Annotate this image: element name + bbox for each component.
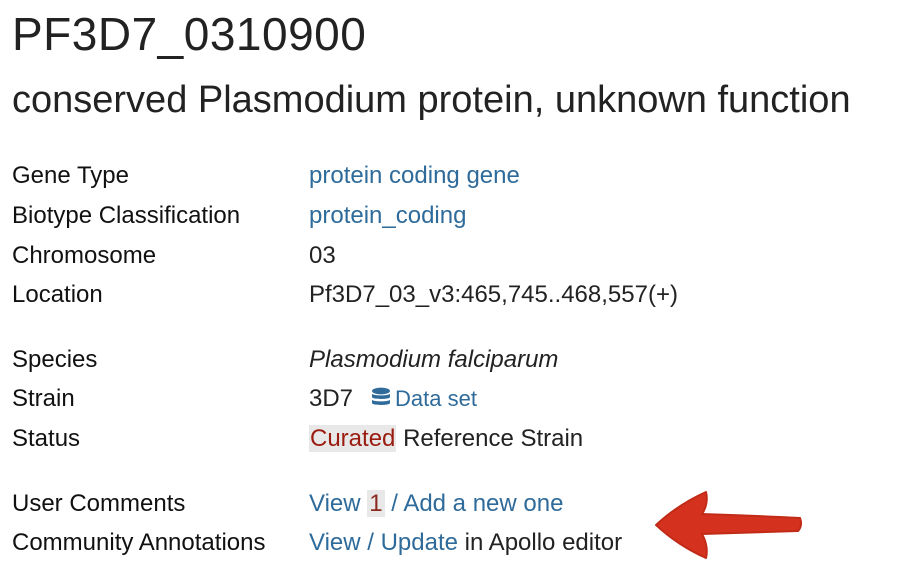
biotype-link[interactable]: protein_coding	[309, 202, 466, 229]
chromosome-row: Chromosome 03	[0, 236, 902, 276]
database-icon[interactable]	[371, 387, 391, 409]
add-comment-link[interactable]: Add a new one	[403, 490, 563, 517]
gene-type-label: Gene Type	[12, 162, 129, 189]
strain-row: Strain 3D7 Data set	[0, 379, 902, 419]
gene-id-title: PF3D7_0310900	[12, 8, 367, 60]
status-label: Status	[12, 425, 81, 452]
view-comments-label: View	[309, 490, 361, 517]
biotype-value: protein_coding	[309, 196, 466, 236]
curated-badge: Curated	[309, 425, 397, 452]
chromosome-label: Chromosome	[12, 242, 157, 269]
gene-type-value: protein coding gene	[309, 156, 520, 196]
gene-type-row: Gene Type protein coding gene	[0, 156, 902, 196]
comments-separator: /	[391, 490, 398, 517]
view-comments-link[interactable]: View 1	[309, 490, 385, 517]
biotype-row: Biotype Classification protein_coding	[0, 196, 902, 236]
species-row: Species Plasmodium falciparum	[0, 340, 902, 380]
gene-page: PF3D7_0310900 conserved Plasmodium prote…	[0, 0, 902, 586]
strain-label: Strain	[12, 385, 75, 412]
strain-name: 3D7	[309, 385, 354, 412]
arrow-left-icon	[655, 491, 803, 559]
location-value: Pf3D7_03_v3:465,745..468,557(+)	[309, 281, 678, 308]
chromosome-value: 03	[309, 242, 336, 269]
strain-value: 3D7 Data set	[309, 379, 477, 419]
biotype-label: Biotype Classification	[12, 202, 241, 229]
location-row: Location Pf3D7_03_v3:465,745..468,557(+)	[0, 275, 902, 315]
community-annotations-value: View / Update in Apollo editor	[309, 523, 622, 563]
species-label: Species	[12, 346, 98, 373]
status-value: Curated Reference Strain	[309, 419, 583, 459]
view-update-apollo-link[interactable]: View / Update	[309, 529, 458, 556]
community-annotations-label: Community Annotations	[12, 529, 266, 556]
status-row: Status Curated Reference Strain	[0, 419, 902, 459]
gene-type-link[interactable]: protein coding gene	[309, 162, 520, 189]
comment-count-badge: 1	[367, 490, 385, 517]
status-text: Reference Strain	[403, 425, 584, 452]
dataset-link[interactable]: Data set	[395, 386, 477, 411]
user-comments-value: View 1 / Add a new one	[309, 484, 563, 524]
user-comments-label: User Comments	[12, 490, 186, 517]
location-label: Location	[12, 281, 103, 308]
species-value: Plasmodium falciparum	[309, 346, 559, 373]
gene-description: conserved Plasmodium protein, unknown fu…	[12, 79, 851, 121]
apollo-editor-text: in Apollo editor	[464, 529, 623, 556]
